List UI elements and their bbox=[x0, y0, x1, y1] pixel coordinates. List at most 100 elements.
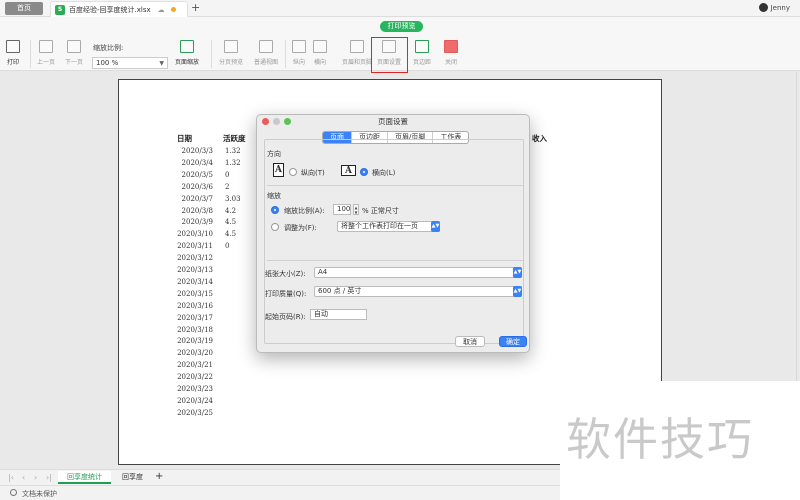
landscape-page-icon: A bbox=[341, 165, 356, 176]
unsaved-dot-icon bbox=[170, 7, 176, 12]
file-tab-label: 百度经验-回享度统计.xlsx bbox=[69, 5, 151, 14]
cloud-icon: ☁ bbox=[157, 5, 165, 14]
cell-date: 2020/3/25 bbox=[177, 408, 213, 417]
cell-date: 2020/3/7 bbox=[181, 194, 213, 203]
tab-bar: 首页 S 百度经验-回享度统计.xlsx ☁ + Jenny bbox=[0, 0, 800, 17]
avatar bbox=[758, 3, 768, 12]
user-name: Jenny bbox=[770, 3, 790, 12]
page-scale-icon bbox=[180, 40, 194, 53]
cell-date: 2020/3/10 bbox=[177, 230, 213, 239]
protection-icon bbox=[10, 489, 17, 496]
cell-date: 2020/3/8 bbox=[181, 206, 213, 215]
toolbar-divider bbox=[30, 40, 31, 68]
portrait-button[interactable]: 纵向 bbox=[292, 40, 306, 66]
cell-activity: 1.32 bbox=[225, 158, 241, 167]
page-setup-dialog: 页面设置 页面 页边距 页眉/页脚 工作表 方向 A 纵向(T) A 横向(L)… bbox=[256, 114, 530, 353]
divider bbox=[267, 185, 523, 186]
paper-size-select[interactable]: A4 ▲▼ bbox=[314, 267, 522, 278]
add-sheet-button[interactable]: + bbox=[150, 471, 168, 484]
cell-date: 2020/3/21 bbox=[177, 361, 213, 370]
margins-button[interactable]: 页边距 bbox=[413, 40, 431, 66]
landscape-radio[interactable] bbox=[360, 168, 368, 176]
file-tab[interactable]: S 百度经验-回享度统计.xlsx ☁ bbox=[50, 1, 188, 17]
next-page-button[interactable]: 下一页 bbox=[65, 40, 83, 66]
sheet-tab-active[interactable]: 回享度统计 bbox=[58, 471, 111, 484]
scale-stepper[interactable]: ▲ ▼ bbox=[353, 204, 359, 215]
cell-activity: 4.2 bbox=[225, 206, 237, 215]
close-window-button[interactable] bbox=[262, 118, 269, 125]
scale-value-input[interactable]: 100 bbox=[333, 204, 351, 215]
scale-label: 缩放比例: bbox=[93, 44, 124, 52]
page-break-preview-button[interactable]: 分页预览 bbox=[219, 40, 243, 66]
cell-activity: 3.03 bbox=[225, 194, 241, 203]
page-setup-highlight bbox=[371, 37, 408, 73]
cell-date: 2020/3/24 bbox=[177, 396, 213, 405]
chevron-updown-icon: ▲▼ bbox=[431, 221, 440, 232]
cell-date: 2020/3/12 bbox=[177, 254, 213, 263]
orientation-section-label: 方向 bbox=[267, 150, 281, 158]
cell-activity: 0 bbox=[225, 170, 230, 179]
cell-date: 2020/3/17 bbox=[177, 313, 213, 322]
header-footer-icon bbox=[350, 40, 364, 53]
fit-to-label: 调整为(F): bbox=[284, 224, 317, 232]
first-page-number-input[interactable]: 自动 bbox=[310, 309, 367, 320]
user-account[interactable]: Jenny bbox=[758, 3, 790, 12]
dialog-title: 页面设置 bbox=[378, 117, 408, 126]
print-quality-select[interactable]: 600 点 / 英寸 ▲▼ bbox=[314, 286, 522, 297]
scale-select-value: 100 % bbox=[96, 59, 119, 67]
cell-activity: 4.5 bbox=[225, 230, 237, 239]
next-sheet-icon[interactable]: › bbox=[34, 473, 37, 482]
toolbar-divider bbox=[211, 40, 212, 68]
chevron-updown-icon: ▲▼ bbox=[513, 286, 522, 297]
portrait-label: 纵向(T) bbox=[301, 169, 325, 177]
scale-to-radio[interactable] bbox=[271, 206, 279, 214]
cell-date: 2020/3/6 bbox=[181, 182, 213, 191]
cell-date: 2020/3/5 bbox=[181, 170, 213, 179]
scale-to-label: 缩放比例(A): bbox=[284, 207, 325, 215]
fit-to-value: 将整个工作表打印在一页 bbox=[341, 222, 418, 230]
prev-page-button[interactable]: 上一页 bbox=[37, 40, 55, 66]
cell-date: 2020/3/4 bbox=[181, 158, 213, 167]
cell-date: 2020/3/3 bbox=[181, 147, 213, 155]
ok-button[interactable]: 确定 bbox=[499, 336, 527, 347]
normal-view-button[interactable]: 普通视图 bbox=[254, 40, 278, 66]
page-break-icon bbox=[224, 40, 238, 53]
print-quality-label: 打印质量(Q): bbox=[265, 290, 307, 298]
print-button[interactable]: 打印 bbox=[6, 40, 20, 66]
sheet-tab[interactable]: 回享度 bbox=[113, 471, 152, 484]
header-footer-button[interactable]: 页眉和页脚 bbox=[342, 40, 372, 66]
home-tab[interactable]: 首页 bbox=[5, 2, 43, 15]
close-icon bbox=[444, 40, 458, 53]
paper-size-value: A4 bbox=[318, 268, 328, 276]
cell-date: 2020/3/20 bbox=[177, 349, 213, 358]
prev-sheet-icon[interactable]: ‹ bbox=[22, 473, 25, 482]
scale-suffix: % 正常尺寸 bbox=[362, 207, 399, 215]
first-sheet-icon[interactable]: |‹ bbox=[8, 473, 14, 482]
fit-to-radio[interactable] bbox=[271, 223, 279, 231]
zoom-window-button[interactable] bbox=[284, 118, 291, 125]
scale-select[interactable]: 100 % ▼ bbox=[92, 57, 168, 69]
new-tab-button[interactable]: + bbox=[191, 2, 200, 14]
cancel-button[interactable]: 取消 bbox=[455, 336, 485, 347]
last-sheet-icon[interactable]: ›| bbox=[46, 473, 52, 482]
cell-activity: 2 bbox=[225, 182, 230, 191]
cell-date: 2020/3/19 bbox=[177, 337, 213, 346]
page-scale-button[interactable]: 页面缩放 bbox=[175, 40, 199, 66]
cell-date: 2020/3/14 bbox=[177, 277, 213, 286]
close-preview-button[interactable]: 关闭 bbox=[444, 40, 458, 66]
first-page-number-label: 起始页码(R): bbox=[265, 313, 306, 321]
cell-activity: 0 bbox=[225, 242, 230, 251]
next-page-icon bbox=[67, 40, 81, 53]
cell-date: 2020/3/23 bbox=[177, 385, 213, 393]
chevron-down-icon: ▼ bbox=[159, 60, 164, 67]
minimize-window-button[interactable] bbox=[273, 118, 280, 125]
divider bbox=[267, 260, 523, 261]
margins-icon bbox=[415, 40, 429, 53]
cell-date: 2020/3/22 bbox=[177, 373, 213, 382]
print-preview-badge: 打印预览 bbox=[380, 21, 423, 32]
portrait-radio[interactable] bbox=[289, 168, 297, 176]
fit-to-select[interactable]: 将整个工作表打印在一页 ▲▼ bbox=[337, 221, 440, 232]
landscape-button[interactable]: 横向 bbox=[313, 40, 327, 66]
cell-date: 2020/3/9 bbox=[181, 218, 213, 227]
cell-activity: 4.5 bbox=[225, 218, 237, 227]
